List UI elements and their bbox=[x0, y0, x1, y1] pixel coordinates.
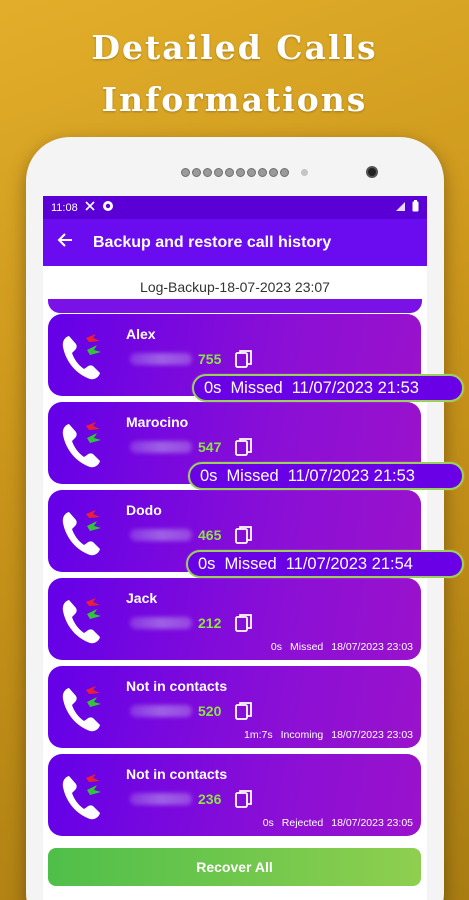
call-type: Missed bbox=[230, 378, 283, 397]
copy-icon[interactable] bbox=[235, 789, 253, 809]
call-type: Rejected bbox=[281, 817, 324, 829]
number-suffix: 465 bbox=[198, 527, 222, 543]
contact-name: Not in contacts bbox=[126, 678, 228, 694]
promo-headline: Detailed Calls Informations bbox=[0, 22, 469, 126]
number-suffix: 236 bbox=[198, 791, 222, 807]
status-time: 11:08 bbox=[51, 201, 78, 214]
number-suffix: 547 bbox=[198, 439, 222, 455]
call-datetime: 11/07/2023 21:54 bbox=[285, 554, 413, 573]
phone-call-icon bbox=[60, 508, 104, 558]
call-type: Incoming bbox=[280, 729, 324, 741]
redacted-digits bbox=[130, 441, 192, 453]
phone-call-icon bbox=[60, 684, 104, 734]
call-duration: 0s bbox=[204, 378, 222, 397]
call-duration: 0s bbox=[198, 554, 216, 573]
promo-line-2: Informations bbox=[101, 80, 368, 119]
call-card[interactable]: Not in contacts 236 0s Rejected 18/07/2023 2… bbox=[48, 754, 421, 836]
redacted-digits bbox=[130, 353, 192, 365]
call-duration: 0s bbox=[262, 817, 274, 829]
phone-call-icon bbox=[60, 332, 104, 382]
phone-call-icon bbox=[60, 420, 104, 470]
redacted-digits bbox=[130, 705, 192, 717]
call-details-highlight: 0s Missed 11/07/2023 21:53 bbox=[192, 374, 464, 402]
arrow-left-icon[interactable] bbox=[57, 231, 93, 254]
call-type: Missed bbox=[224, 554, 277, 573]
phone-frame: 11:08 Backup and restore call history Lo… bbox=[26, 137, 444, 900]
redacted-digits bbox=[130, 529, 192, 541]
redacted-digits bbox=[130, 617, 192, 629]
call-type: Missed bbox=[289, 641, 324, 653]
phone-number: 465 bbox=[130, 524, 253, 546]
contact-name: Alex bbox=[126, 326, 156, 342]
copy-icon[interactable] bbox=[235, 613, 253, 633]
app-screen: 11:08 Backup and restore call history Lo… bbox=[43, 196, 427, 900]
phone-number: 547 bbox=[130, 436, 253, 458]
contact-name: Not in contacts bbox=[126, 766, 228, 782]
call-datetime: 18/07/2023 23:03 bbox=[331, 641, 413, 653]
call-card[interactable]: Not in contacts 520 1m:7s Incoming 18/07/202… bbox=[48, 666, 421, 748]
recover-all-button[interactable]: Recover All bbox=[48, 848, 421, 886]
phone-number: 755 bbox=[130, 348, 253, 370]
call-details: 0s Rejected 18/07/2023 23:05 bbox=[263, 817, 413, 829]
phone-call-icon bbox=[60, 596, 104, 646]
phone-number: 212 bbox=[130, 612, 253, 634]
number-suffix: 520 bbox=[198, 703, 222, 719]
contact-name: Dodo bbox=[126, 502, 162, 518]
copy-icon[interactable] bbox=[235, 701, 253, 721]
promo-line-1: Detailed Calls bbox=[91, 28, 378, 67]
call-datetime: 11/07/2023 21:53 bbox=[287, 466, 415, 485]
redacted-digits bbox=[130, 793, 192, 805]
phone-call-icon bbox=[60, 772, 104, 822]
app-status-icon bbox=[102, 200, 114, 215]
call-datetime: 18/07/2023 23:05 bbox=[331, 817, 413, 829]
contact-name: Jack bbox=[126, 590, 158, 606]
copy-icon[interactable] bbox=[235, 437, 253, 457]
app-bar: Backup and restore call history bbox=[43, 219, 427, 266]
front-camera bbox=[366, 166, 378, 178]
copy-icon[interactable] bbox=[235, 525, 253, 545]
page-title: Backup and restore call history bbox=[93, 233, 332, 251]
call-datetime: 11/07/2023 21:53 bbox=[291, 378, 419, 397]
call-duration: 0s bbox=[200, 466, 218, 485]
status-bar: 11:08 bbox=[43, 196, 427, 219]
call-details: 0s Missed 18/07/2023 23:03 bbox=[271, 641, 413, 653]
call-duration: 1m:7s bbox=[244, 729, 273, 741]
phone-number: 236 bbox=[130, 788, 253, 810]
call-type: Missed bbox=[226, 466, 279, 485]
number-suffix: 755 bbox=[198, 351, 222, 367]
previous-card-edge bbox=[48, 299, 422, 313]
proximity-sensor bbox=[301, 169, 308, 176]
copy-icon[interactable] bbox=[235, 349, 253, 369]
phone-number: 520 bbox=[130, 700, 253, 722]
call-card[interactable]: Jack 212 0s Missed 18/07/2023 23:03 bbox=[48, 578, 421, 660]
signal-icon bbox=[395, 201, 406, 215]
call-datetime: 18/07/2023 23:03 bbox=[331, 729, 413, 741]
contact-name: Marocino bbox=[126, 414, 189, 430]
call-details-highlight: 0s Missed 11/07/2023 21:54 bbox=[186, 550, 464, 578]
call-duration: 0s bbox=[270, 641, 282, 653]
tools-icon bbox=[84, 200, 96, 215]
battery-icon bbox=[412, 200, 419, 215]
speaker-grille bbox=[181, 167, 289, 178]
call-details-highlight: 0s Missed 11/07/2023 21:53 bbox=[188, 462, 464, 490]
number-suffix: 212 bbox=[198, 615, 222, 631]
call-details: 1m:7s Incoming 18/07/2023 23:03 bbox=[244, 729, 413, 741]
